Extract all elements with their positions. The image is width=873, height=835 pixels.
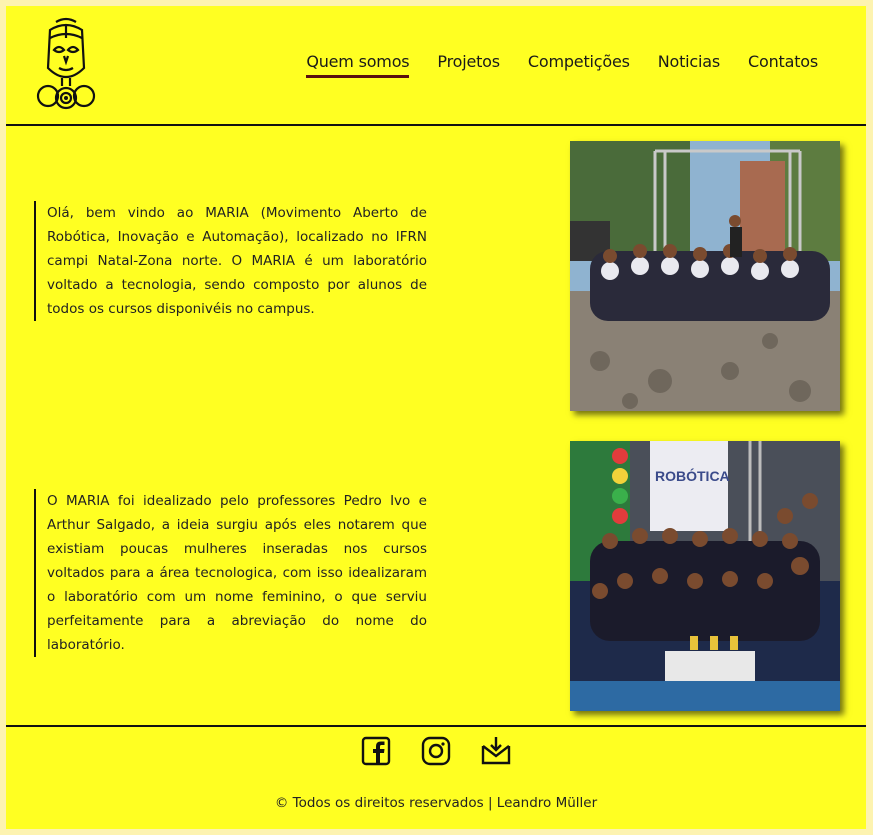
main-nav: Quem somos Projetos Competições Noticias… bbox=[278, 52, 818, 78]
robotica-banner-text: ROBÓTICA bbox=[655, 467, 730, 484]
mask-logo-icon[interactable] bbox=[34, 16, 98, 112]
history-section: O MARIA foi idealizado pelo professores … bbox=[6, 426, 866, 726]
social-links bbox=[6, 735, 866, 767]
mail-icon[interactable] bbox=[480, 735, 512, 767]
nav-noticias[interactable]: Noticias bbox=[658, 52, 720, 78]
group-photo-robotics-event: ROBÓTICA bbox=[570, 441, 840, 711]
intro-text: Olá, bem vindo ao MARIA (Movimento Abert… bbox=[34, 201, 427, 321]
nav-quem-somos[interactable]: Quem somos bbox=[306, 52, 410, 78]
intro-section: Olá, bem vindo ao MARIA (Movimento Abert… bbox=[6, 126, 866, 426]
nav-competicoes[interactable]: Competições bbox=[528, 52, 630, 78]
history-text: O MARIA foi idealizado pelo professores … bbox=[34, 489, 427, 657]
header: Quem somos Projetos Competições Noticias… bbox=[6, 6, 866, 126]
nav-projetos[interactable]: Projetos bbox=[437, 52, 500, 78]
footer: © Todos os direitos reservados | Leandro… bbox=[6, 725, 866, 831]
copyright-text: © Todos os direitos reservados | Leandro… bbox=[274, 795, 598, 811]
instagram-icon[interactable] bbox=[420, 735, 452, 767]
group-photo-outdoor bbox=[570, 141, 840, 411]
page: Quem somos Projetos Competições Noticias… bbox=[6, 6, 866, 829]
nav-contatos[interactable]: Contatos bbox=[748, 52, 818, 78]
facebook-icon[interactable] bbox=[360, 735, 392, 767]
